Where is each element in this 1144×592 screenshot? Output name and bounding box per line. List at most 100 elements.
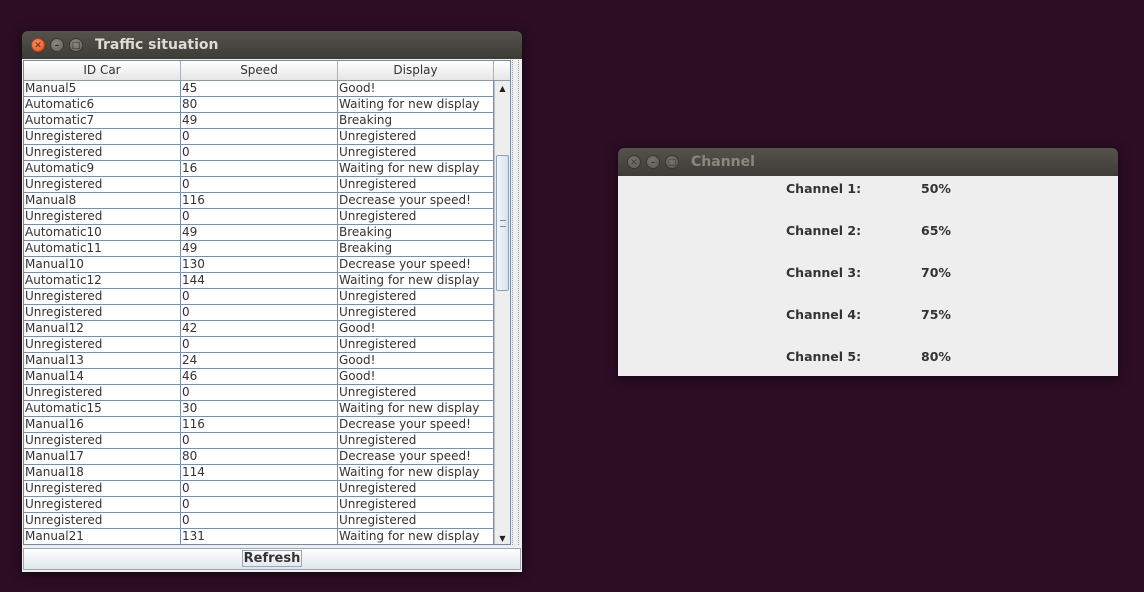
cell-speed: 0 bbox=[181, 305, 338, 320]
channel-row: Channel 4: 75% bbox=[618, 307, 1118, 325]
traffic-titlebar[interactable]: ✕ – □ Traffic situation bbox=[22, 31, 522, 59]
cell-display: Unregistered bbox=[338, 289, 494, 304]
vertical-scrollbar[interactable]: ▲ ▼ bbox=[494, 81, 510, 544]
traffic-situation-window: ✕ – □ Traffic situation ID Car Speed Dis… bbox=[22, 31, 522, 572]
table-row[interactable]: Manual10 130 Decrease your speed! bbox=[24, 257, 510, 273]
cell-id-car: Unregistered bbox=[24, 145, 181, 160]
minimize-icon[interactable]: – bbox=[646, 155, 660, 169]
cell-speed: 116 bbox=[181, 417, 338, 432]
cell-id-car: Manual14 bbox=[24, 369, 181, 384]
cell-id-car: Unregistered bbox=[24, 497, 181, 512]
cell-speed: 144 bbox=[181, 273, 338, 288]
table-row[interactable]: Manual21 131 Waiting for new display bbox=[24, 529, 510, 544]
table-row[interactable]: Automatic10 49 Breaking bbox=[24, 225, 510, 241]
table-row[interactable]: Manual14 46 Good! bbox=[24, 369, 510, 385]
splitter-handle[interactable] bbox=[512, 60, 519, 545]
column-header-speed[interactable]: Speed bbox=[181, 61, 338, 80]
table-row[interactable]: Manual16 116 Decrease your speed! bbox=[24, 417, 510, 433]
table-row[interactable]: Unregistered 0 Unregistered bbox=[24, 497, 510, 513]
cell-id-car: Automatic7 bbox=[24, 113, 181, 128]
cell-speed: 131 bbox=[181, 529, 338, 544]
cell-id-car: Unregistered bbox=[24, 481, 181, 496]
column-header-id-car[interactable]: ID Car bbox=[24, 61, 181, 80]
cell-display: Decrease your speed! bbox=[338, 417, 494, 432]
table-row[interactable]: Unregistered 0 Unregistered bbox=[24, 289, 510, 305]
cell-id-car: Unregistered bbox=[24, 289, 181, 304]
cell-display: Breaking bbox=[338, 113, 494, 128]
cell-id-car: Unregistered bbox=[24, 129, 181, 144]
cell-id-car: Automatic15 bbox=[24, 401, 181, 416]
table-row[interactable]: Manual13 24 Good! bbox=[24, 353, 510, 369]
cell-id-car: Automatic11 bbox=[24, 241, 181, 256]
maximize-icon[interactable]: □ bbox=[665, 155, 679, 169]
minimize-icon[interactable]: – bbox=[50, 38, 64, 52]
cell-id-car: Unregistered bbox=[24, 385, 181, 400]
channel-row: Channel 5: 80% bbox=[618, 349, 1118, 367]
cell-display: Waiting for new display bbox=[338, 529, 494, 544]
cell-speed: 49 bbox=[181, 113, 338, 128]
cell-speed: 114 bbox=[181, 465, 338, 480]
cell-display: Unregistered bbox=[338, 513, 494, 528]
column-header-display[interactable]: Display bbox=[338, 61, 494, 80]
table-row[interactable]: Unregistered 0 Unregistered bbox=[24, 513, 510, 529]
table-row[interactable]: Unregistered 0 Unregistered bbox=[24, 129, 510, 145]
table-row[interactable]: Unregistered 0 Unregistered bbox=[24, 433, 510, 449]
channel-titlebar[interactable]: ✕ – □ Channel bbox=[618, 148, 1118, 176]
cell-display: Unregistered bbox=[338, 177, 494, 192]
cell-speed: 0 bbox=[181, 209, 338, 224]
scroll-down-arrow-icon[interactable]: ▼ bbox=[495, 531, 510, 544]
table-row[interactable]: Automatic11 49 Breaking bbox=[24, 241, 510, 257]
table-row[interactable]: Manual8 116 Decrease your speed! bbox=[24, 193, 510, 209]
table-row[interactable]: Unregistered 0 Unregistered bbox=[24, 305, 510, 321]
cell-id-car: Manual10 bbox=[24, 257, 181, 272]
table-row[interactable]: Manual5 45 Good! bbox=[24, 81, 510, 97]
table-row[interactable]: Unregistered 0 Unregistered bbox=[24, 177, 510, 193]
close-icon[interactable]: ✕ bbox=[31, 38, 45, 52]
cell-display: Unregistered bbox=[338, 481, 494, 496]
cell-id-car: Automatic9 bbox=[24, 161, 181, 176]
cell-display: Unregistered bbox=[338, 337, 494, 352]
table-header: ID Car Speed Display bbox=[24, 61, 510, 81]
table-row[interactable]: Manual18 114 Waiting for new display bbox=[24, 465, 510, 481]
channel-label: Channel 1: bbox=[786, 181, 862, 196]
table-row[interactable]: Manual12 42 Good! bbox=[24, 321, 510, 337]
close-icon[interactable]: ✕ bbox=[627, 155, 641, 169]
table-row[interactable]: Automatic9 16 Waiting for new display bbox=[24, 161, 510, 177]
maximize-icon[interactable]: □ bbox=[69, 38, 83, 52]
table-row[interactable]: Unregistered 0 Unregistered bbox=[24, 337, 510, 353]
cell-display: Decrease your speed! bbox=[338, 449, 494, 464]
cell-display: Good! bbox=[338, 321, 494, 336]
cell-speed: 42 bbox=[181, 321, 338, 336]
channel-row: Channel 3: 70% bbox=[618, 265, 1118, 283]
table-row[interactable]: Unregistered 0 Unregistered bbox=[24, 209, 510, 225]
channel-label: Channel 2: bbox=[786, 223, 862, 238]
cell-speed: 0 bbox=[181, 433, 338, 448]
cell-speed: 130 bbox=[181, 257, 338, 272]
table-row[interactable]: Automatic15 30 Waiting for new display bbox=[24, 401, 510, 417]
scroll-up-arrow-icon[interactable]: ▲ bbox=[495, 81, 510, 96]
cell-speed: 45 bbox=[181, 81, 338, 96]
cell-speed: 49 bbox=[181, 225, 338, 240]
table-row[interactable]: Manual17 80 Decrease your speed! bbox=[24, 449, 510, 465]
traffic-table: ID Car Speed Display Manual5 45 Good! Autom… bbox=[23, 60, 511, 545]
cell-speed: 0 bbox=[181, 497, 338, 512]
cell-display: Good! bbox=[338, 353, 494, 368]
table-row[interactable]: Unregistered 0 Unregistered bbox=[24, 385, 510, 401]
cell-speed: 0 bbox=[181, 145, 338, 160]
cell-id-car: Manual13 bbox=[24, 353, 181, 368]
table-row[interactable]: Unregistered 0 Unregistered bbox=[24, 481, 510, 497]
refresh-button[interactable]: Refresh bbox=[23, 548, 521, 570]
table-row[interactable]: Automatic7 49 Breaking bbox=[24, 113, 510, 129]
cell-id-car: Manual16 bbox=[24, 417, 181, 432]
cell-display: Good! bbox=[338, 81, 494, 96]
table-row[interactable]: Automatic12 144 Waiting for new display bbox=[24, 273, 510, 289]
cell-speed: 0 bbox=[181, 385, 338, 400]
cell-speed: 16 bbox=[181, 161, 338, 176]
table-row[interactable]: Automatic6 80 Waiting for new display bbox=[24, 97, 510, 113]
table-row[interactable]: Unregistered 0 Unregistered bbox=[24, 145, 510, 161]
cell-speed: 80 bbox=[181, 449, 338, 464]
cell-display: Decrease your speed! bbox=[338, 257, 494, 272]
cell-display: Good! bbox=[338, 369, 494, 384]
scrollbar-thumb[interactable] bbox=[496, 155, 509, 291]
cell-speed: 0 bbox=[181, 513, 338, 528]
